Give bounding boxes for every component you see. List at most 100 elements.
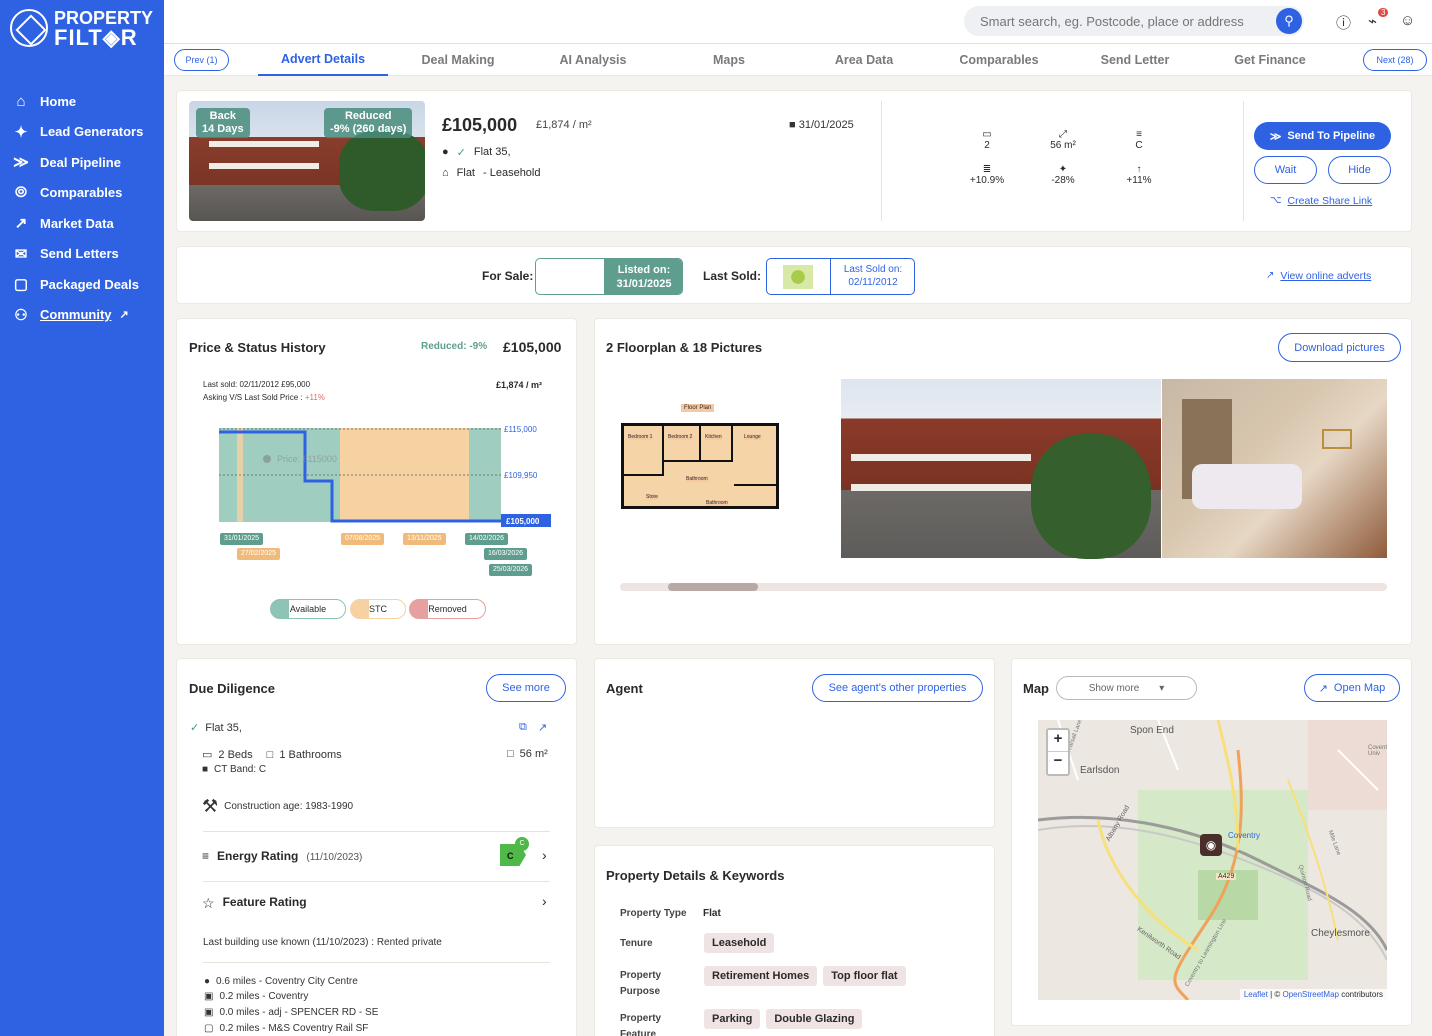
- feature-tag: Double Glazing: [766, 1009, 863, 1029]
- search-icon: ⚲: [1284, 13, 1294, 28]
- floor-plan-image[interactable]: Floor Plan Bedroom 1 Bedroom 2 Kitchen L…: [621, 404, 779, 510]
- logo[interactable]: PROPERTY FILT◈R: [10, 8, 153, 49]
- bed-icon: ▭: [202, 749, 213, 761]
- sidebar-item-deal-pipeline[interactable]: ≫ Deal Pipeline: [10, 147, 160, 178]
- search-input[interactable]: [980, 13, 1270, 29]
- price-per-sqm: £1,874 / m²: [536, 119, 592, 131]
- feature-rating-row[interactable]: ☆ Feature Rating: [202, 895, 307, 912]
- tab-send-letter[interactable]: Send Letter: [1070, 44, 1200, 76]
- share-link[interactable]: ⌥ Create Share Link: [1270, 195, 1372, 207]
- chevron-right-icon[interactable]: ›: [542, 847, 547, 863]
- legend-available[interactable]: Available: [270, 599, 346, 619]
- tab-area-data[interactable]: Area Data: [799, 44, 929, 76]
- prev-button[interactable]: Prev (1): [174, 49, 229, 71]
- map-place-label: Coventry Univ: [1368, 745, 1387, 757]
- tab-ai-analysis[interactable]: AI Analysis: [528, 44, 658, 76]
- reduced-badge: Reduced -9% (260 days): [324, 108, 413, 138]
- sidebar-item-label: Lead Generators: [40, 124, 144, 140]
- help-icon[interactable]: ⓘ: [1336, 12, 1351, 33]
- stat-epc: ≡ C: [1119, 129, 1159, 151]
- wait-button[interactable]: Wait: [1254, 156, 1317, 184]
- sparkle-icon: ✦: [14, 123, 28, 141]
- tab-comparables[interactable]: Comparables: [934, 44, 1064, 76]
- price-history-card: Price & Status History Reduced: -9% £105…: [176, 318, 577, 645]
- tenure-tags: Leasehold: [704, 933, 780, 953]
- property-marker-icon[interactable]: ◉: [1200, 834, 1222, 856]
- exterior-photo[interactable]: [841, 379, 1161, 559]
- agent-other-properties-button[interactable]: See agent's other properties: [812, 674, 983, 702]
- send-to-pipeline-button[interactable]: ≫ Send To Pipeline: [1254, 122, 1391, 150]
- gallery-scroll-thumb[interactable]: [668, 583, 758, 591]
- price: £105,000: [442, 115, 518, 135]
- leaflet-link[interactable]: Leaflet: [1244, 990, 1268, 999]
- property-details-title: Property Details & Keywords: [606, 868, 785, 883]
- map-place-label: Coventry: [1228, 831, 1261, 840]
- energy-rating-row[interactable]: ≡ Energy Rating (11/10/2023): [202, 849, 362, 863]
- tab-get-finance[interactable]: Get Finance: [1205, 44, 1335, 76]
- divider: [1243, 101, 1244, 221]
- zoom-out-button[interactable]: −: [1048, 752, 1068, 774]
- osm-link[interactable]: OpenStreetMap: [1282, 990, 1338, 999]
- pipeline-icon: ≫: [1269, 130, 1282, 143]
- area-icon: ⤢: [1059, 129, 1067, 140]
- view-adverts-link[interactable]: ↗ View online adverts: [1266, 270, 1371, 282]
- next-button[interactable]: Next (28): [1363, 49, 1427, 71]
- sidebar-item-label: Community: [40, 307, 112, 323]
- sidebar-item-packaged-deals[interactable]: ▢ Packaged Deals: [10, 269, 160, 300]
- copy-icon[interactable]: ⧉: [519, 721, 527, 734]
- bed-icon: ▭: [982, 129, 992, 140]
- sidebar-item-comparables[interactable]: ⦾ Comparables: [10, 178, 160, 209]
- leaf-icon: [783, 265, 813, 289]
- pin-icon: ●: [204, 976, 211, 987]
- hide-button[interactable]: Hide: [1328, 156, 1391, 184]
- cart-icon: ▢: [13, 276, 29, 294]
- notification-badge: 3: [1378, 8, 1389, 17]
- caret-down-icon: ▾: [1159, 682, 1165, 694]
- due-diligence-title: Due Diligence: [189, 681, 275, 696]
- gallery-scrollbar[interactable]: [620, 583, 1387, 591]
- sidebar-item-home[interactable]: ⌂ Home: [10, 86, 160, 117]
- legend-removed[interactable]: Removed: [409, 599, 486, 619]
- dd-address: ✓ Flat 35,: [190, 721, 242, 735]
- tab-maps[interactable]: Maps: [664, 44, 794, 76]
- legend-stc[interactable]: STC: [350, 599, 406, 619]
- sidebar-item-market-data[interactable]: ↗ Market Data: [10, 208, 160, 239]
- stat-yield: ≣ +10.9%: [967, 164, 1007, 186]
- see-more-button[interactable]: See more: [486, 674, 566, 702]
- chevron-right-icon[interactable]: ›: [542, 893, 547, 909]
- listed-date: ■ 31/01/2025: [789, 119, 854, 131]
- sidebar-item-send-letters[interactable]: ✉ Send Letters: [10, 239, 160, 270]
- sidebar-item-label: Home: [40, 93, 77, 109]
- faded-tooltip: Price: £115000: [277, 454, 337, 464]
- purpose-tag: Retirement Homes: [704, 966, 818, 986]
- bell-icon[interactable]: ⌁ 3: [1368, 8, 1389, 30]
- user-icon[interactable]: ☺: [1400, 12, 1415, 29]
- show-more-dropdown[interactable]: Show more ▾: [1056, 676, 1197, 700]
- download-pictures-button[interactable]: Download pictures: [1278, 333, 1401, 362]
- cart-icon: ▢: [204, 1023, 214, 1034]
- sidebar-item-lead-generators[interactable]: ✦ Lead Generators: [10, 117, 160, 148]
- date-chip: 16/03/2026: [484, 548, 528, 560]
- tenure-tag: Leasehold: [704, 933, 775, 953]
- check-icon: ✓: [190, 722, 200, 734]
- search-button[interactable]: ⚲: [1276, 8, 1302, 34]
- external-link-icon[interactable]: ↗: [538, 721, 547, 734]
- tab-deal-making[interactable]: Deal Making: [393, 44, 523, 76]
- map-view[interactable]: Spon End Earlsdon Coventry Cheylesmore A…: [1038, 720, 1387, 1000]
- map-title: Map: [1023, 681, 1049, 696]
- open-map-button[interactable]: ↗ Open Map: [1304, 674, 1400, 702]
- agent-title: Agent: [606, 681, 643, 696]
- crane-icon: ⚒: [202, 796, 219, 816]
- size-compare-icon: ✦: [1058, 164, 1068, 175]
- tooltip-dot: [263, 455, 271, 463]
- listed-on-chip[interactable]: Listed on: 31/01/2025: [535, 258, 683, 295]
- compare-icon: ⦾: [14, 184, 27, 202]
- last-sold-chip[interactable]: Last Sold on: 02/11/2012: [766, 258, 915, 295]
- sidebar-item-community[interactable]: ⚇ Community ↗: [10, 300, 160, 331]
- date-chip: 27/02/2025: [237, 548, 281, 560]
- tab-advert-details[interactable]: Advert Details: [258, 44, 388, 76]
- epc-potential-badge: C: [515, 837, 529, 851]
- sidebar-nav: ⌂ Home ✦ Lead Generators ≫ Deal Pipeline ⦾ C…: [10, 86, 160, 330]
- interior-photo[interactable]: [1162, 379, 1387, 558]
- zoom-in-button[interactable]: +: [1048, 730, 1068, 752]
